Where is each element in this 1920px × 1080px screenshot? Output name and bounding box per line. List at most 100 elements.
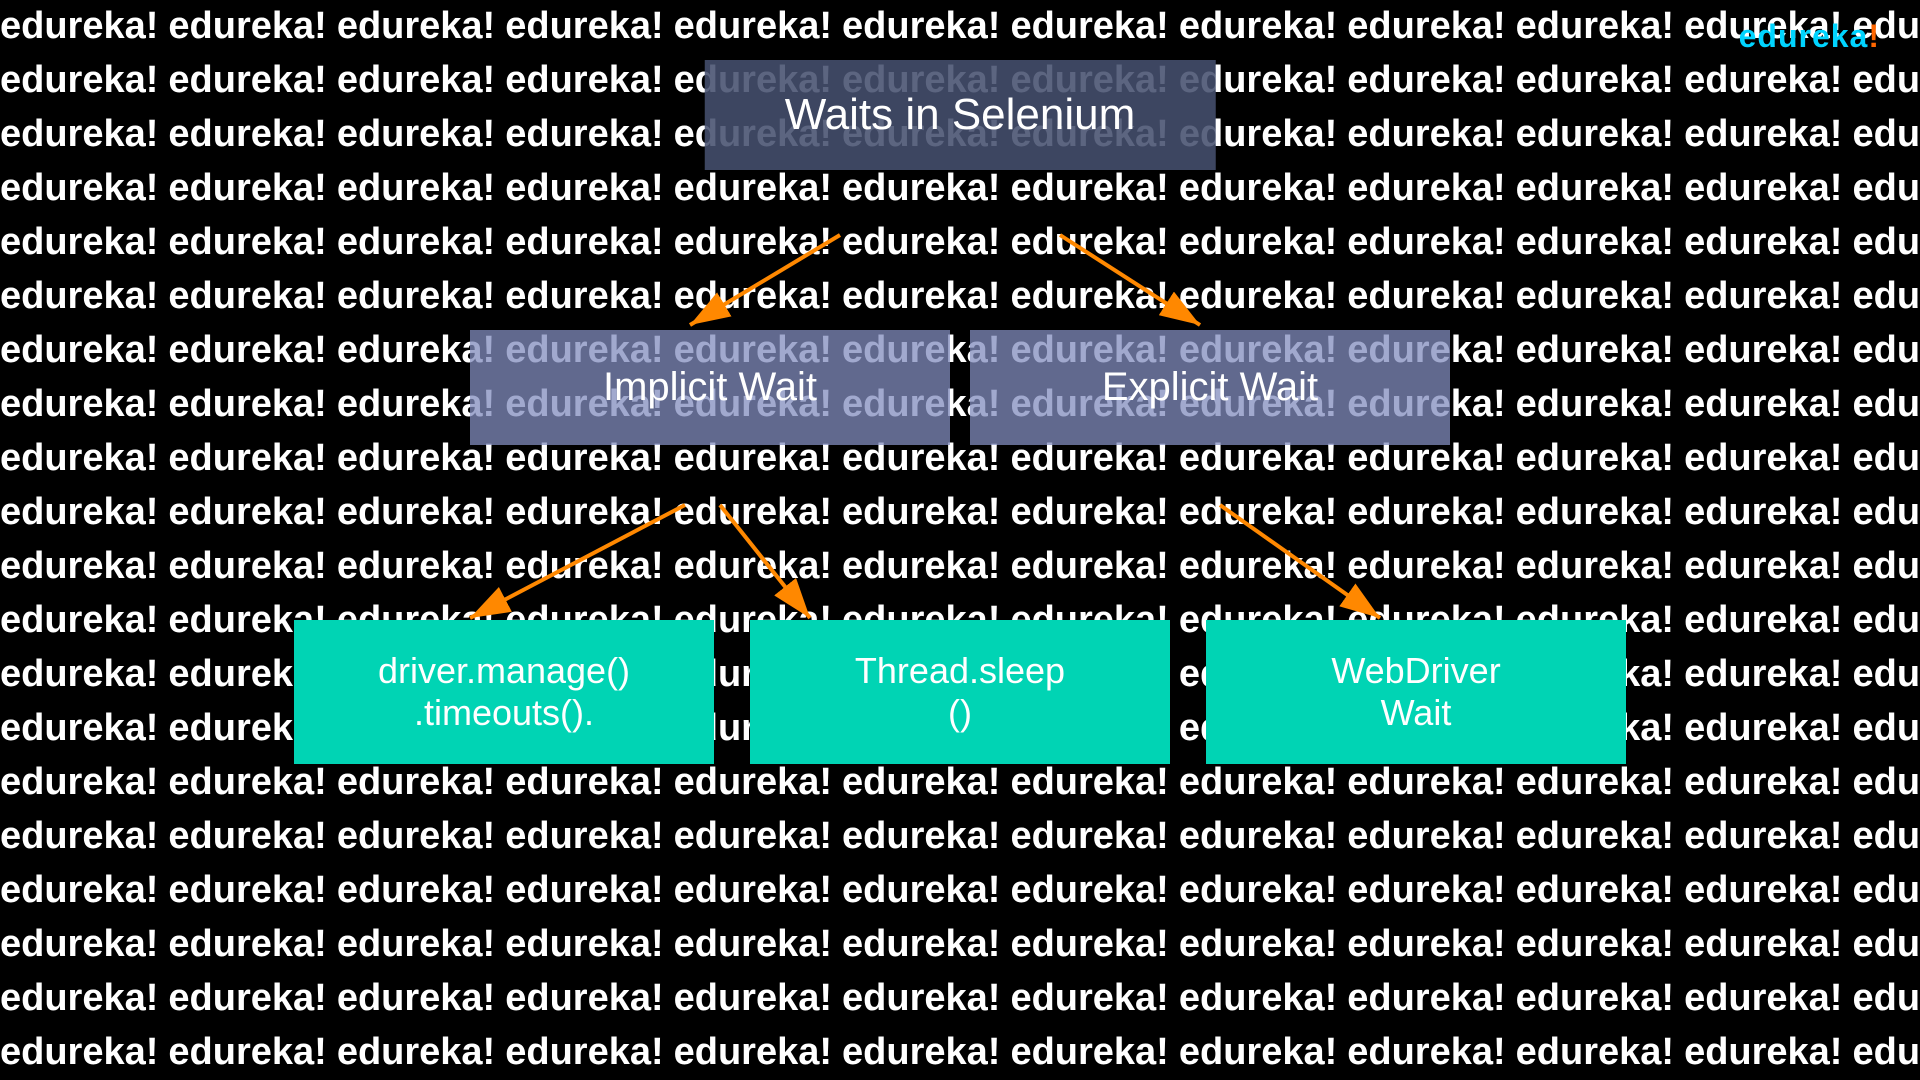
bg-word: edureka! [1347,0,1515,53]
bg-word: edureka! [1684,162,1852,215]
bg-word: edureka! [674,216,842,269]
bg-word: edureka! [1684,918,1852,971]
bg-word: edureka! [1684,1026,1852,1079]
bg-word: edureka! [1516,216,1684,269]
driver-manage-box: driver.manage().timeouts(). [294,620,714,764]
bg-word: edureka! [1010,270,1178,323]
bg-word: edureka! [505,108,673,161]
logo-exclaim: ! [1868,18,1880,54]
bg-word: edureka! [0,972,168,1025]
bg-word: edureka! [1852,270,1920,323]
webdriver-wait-label: WebDriverWait [1331,650,1500,734]
bg-word: edureka! [505,486,673,539]
logo-text: edureka [1739,18,1869,54]
bg-word: edureka! [1347,918,1515,971]
bg-row: edureka!edureka!edureka!edureka!edureka!… [0,864,1920,917]
bg-word: edureka! [1516,270,1684,323]
bg-word: edureka! [505,918,673,971]
bg-word: edureka! [337,756,505,809]
bg-word: edureka! [1010,864,1178,917]
edureka-logo: edureka! [1739,18,1880,55]
bg-word: edureka! [168,162,336,215]
bg-word: edureka! [842,540,1010,593]
bg-word: edureka! [1179,918,1347,971]
explicit-wait-box: Explicit Wait [970,330,1450,445]
bg-word: edureka! [842,1026,1010,1079]
bg-word: edureka! [0,0,168,53]
bg-word: edureka! [1010,540,1178,593]
bg-word: edureka! [1179,810,1347,863]
bg-word: edureka! [337,0,505,53]
bg-row: edureka!edureka!edureka!edureka!edureka!… [0,1026,1920,1079]
bg-word: edureka! [842,810,1010,863]
bg-word: edureka! [505,864,673,917]
bg-word: edureka! [168,810,336,863]
bg-word: edureka! [674,1026,842,1079]
bg-word: edureka! [168,864,336,917]
webdriver-wait-box: WebDriverWait [1206,620,1626,764]
bg-word: edureka! [1852,918,1920,971]
bg-word: edureka! [1179,162,1347,215]
driver-manage-label: driver.manage().timeouts(). [378,650,630,734]
bg-word: edureka! [337,540,505,593]
bg-word: edureka! [505,54,673,107]
bg-word: edureka! [1347,540,1515,593]
bg-word: edureka! [505,540,673,593]
implicit-wait-label: Implicit Wait [603,365,817,409]
title-text: Waits in Selenium [785,90,1136,139]
bg-word: edureka! [1347,864,1515,917]
bg-word: edureka! [168,918,336,971]
bg-word: edureka! [1347,972,1515,1025]
bg-word: edureka! [1516,54,1684,107]
bg-word: edureka! [674,540,842,593]
bg-word: edureka! [505,972,673,1025]
bg-word: edureka! [1516,108,1684,161]
bg-word: edureka! [337,162,505,215]
bg-word: edureka! [505,0,673,53]
bg-word: edureka! [1852,810,1920,863]
bg-word: edureka! [1347,810,1515,863]
bg-word: edureka! [842,486,1010,539]
bg-word: edureka! [0,162,168,215]
bg-word: edureka! [1852,864,1920,917]
bg-word: edureka! [337,54,505,107]
bg-word: edureka! [1010,972,1178,1025]
bg-word: edureka! [0,270,168,323]
bg-word: edureka! [1179,972,1347,1025]
bg-word: edureka! [337,864,505,917]
bg-word: edureka! [0,756,168,809]
bg-word: edureka! [0,864,168,917]
bg-word: edureka! [337,486,505,539]
bg-word: edureka! [1010,162,1178,215]
bg-word: edureka! [1516,540,1684,593]
bg-word: edureka! [674,918,842,971]
bg-word: edureka! [1852,486,1920,539]
bg-word: edureka! [505,810,673,863]
implicit-wait-box: Implicit Wait [470,330,950,445]
bg-word: edureka! [1179,1026,1347,1079]
bg-word: edureka! [1010,918,1178,971]
bg-word: edureka! [0,216,168,269]
explicit-wait-label: Explicit Wait [1102,365,1318,409]
bg-word: edureka! [168,0,336,53]
bg-word: edureka! [674,756,842,809]
bg-word: edureka! [168,108,336,161]
bg-word: edureka! [505,270,673,323]
bg-row: edureka!edureka!edureka!edureka!edureka!… [0,216,1920,269]
bg-word: edureka! [1010,1026,1178,1079]
bg-word: edureka! [168,540,336,593]
bg-word: edureka! [1684,756,1852,809]
bg-word: edureka! [337,216,505,269]
bg-word: edureka! [1516,162,1684,215]
middle-boxes-row: Implicit Wait Explicit Wait [0,330,1920,445]
bg-word: edureka! [505,756,673,809]
bg-word: edureka! [1179,540,1347,593]
bg-word: edureka! [1347,486,1515,539]
bg-word: edureka! [168,1026,336,1079]
bg-word: edureka! [0,108,168,161]
bg-word: edureka! [1010,486,1178,539]
bg-word: edureka! [1852,972,1920,1025]
bg-word: edureka! [505,162,673,215]
bg-word: edureka! [168,756,336,809]
bg-word: edureka! [674,864,842,917]
